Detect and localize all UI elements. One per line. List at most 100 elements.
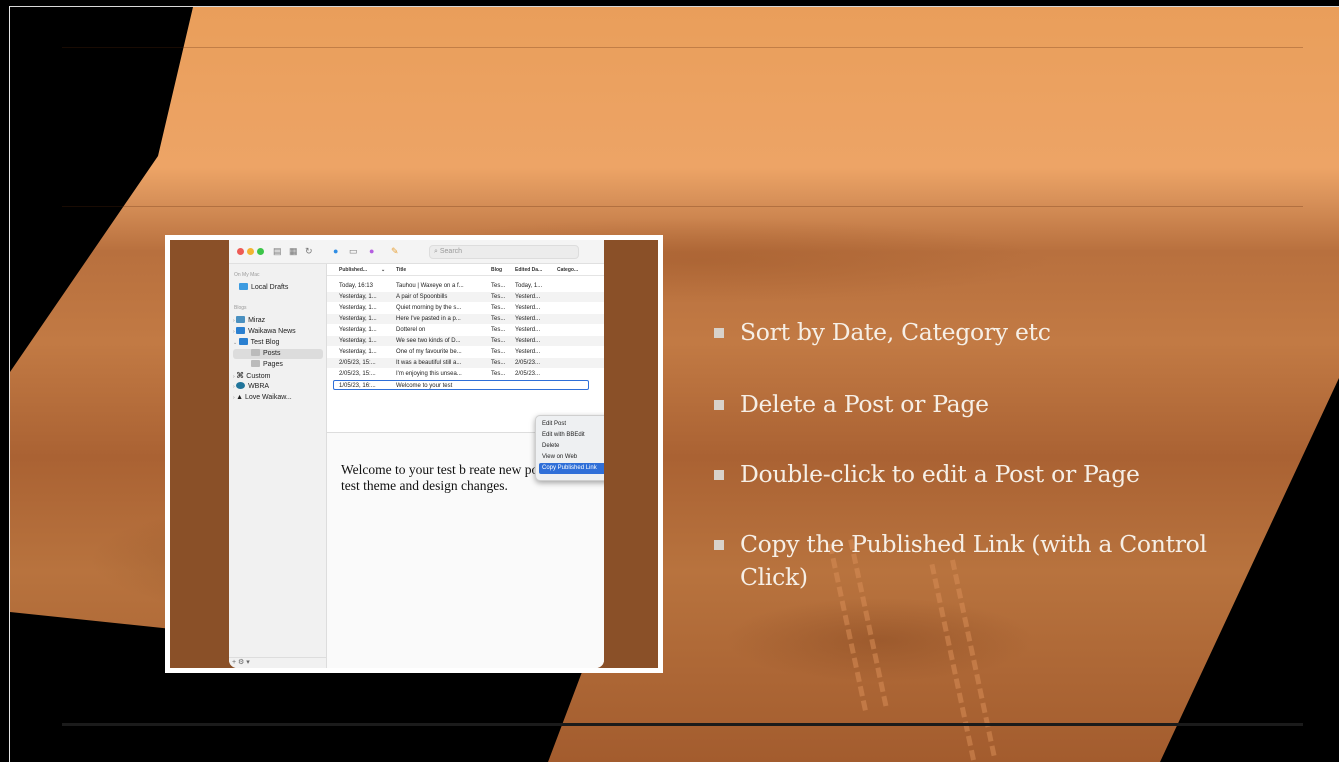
sidebar-item-label: WBRA [248,383,270,390]
sidebar-item-test-blog[interactable]: ⌄ Test Blog [233,338,279,348]
search-input[interactable]: ⌕ Search [429,245,579,259]
cell-edited: 2/05/23... [515,371,541,377]
menu-item-edit-with-bbedit[interactable]: Edit with BBEdit [539,430,604,441]
command-icon: ⌘ [236,371,247,380]
column-edited-date[interactable]: Edited Da... [515,267,542,273]
sidebar-item-wbra[interactable]: › WBRA [233,382,269,392]
cell-title: Welcome to your test [396,383,453,389]
table-row[interactable]: Yesterday, 1... A pair of Spoonbills Tes..… [327,292,604,302]
sidebar: On My Mac Local Drafts Blogs › Miraz › W… [229,264,327,668]
cell-edited: Yesterd... [515,327,541,333]
sidebar-item-local-drafts[interactable]: Local Drafts [239,283,288,293]
trash-icon[interactable]: ▤ [273,245,282,257]
list-header: Published... ⌄ Title Blog Edited Da... C… [327,264,604,276]
header-rule [62,47,1303,48]
table-row[interactable]: 2/05/23, 15:... It was a beautiful still … [327,358,604,368]
globe-icon[interactable]: ● [333,245,338,257]
bullet-marker [714,540,724,550]
cell-published: 2/05/23, 15:... [339,371,376,377]
cell-title: We see two kinds of D... [396,338,461,344]
sidebar-item-waikawa-news[interactable]: › Waikawa News [233,327,296,337]
cell-edited: Yesterd... [515,305,541,311]
document-icon [251,360,260,367]
cell-published: Yesterday, 1... [339,338,377,344]
cell-blog: Tes... [491,327,506,333]
menu-item-copy-published-link[interactable]: Copy Published Link [539,463,604,474]
close-window-button[interactable] [237,248,244,255]
table-row[interactable]: 2/05/23, 15:... I'm enjoying this unsea..… [327,369,604,379]
sidebar-item-label: Posts [263,350,281,357]
blog-icon [236,316,246,323]
sidebar-item-custom[interactable]: › ⌘ Custom [233,371,270,381]
section-on-my-mac: On My Mac [234,272,260,278]
sidebar-item-label: Test Blog [250,339,280,346]
table-row[interactable]: Yesterday, 1... One of my favourite be...… [327,347,604,357]
cell-blog: Tes... [491,371,506,377]
bullet-marker [714,400,724,410]
search-placeholder: Search [439,248,463,255]
folder-icon [239,283,248,290]
sidebar-toggle-icon[interactable]: ▭ [349,245,358,257]
cell-title: It was a beautiful still a... [396,360,462,366]
blog-icon [238,338,248,345]
column-blog[interactable]: Blog [491,267,502,273]
menu-item-delete[interactable]: Delete [539,441,604,452]
column-title[interactable]: Title [396,267,406,273]
new-post-icon[interactable]: ✎ [391,245,399,257]
app-screenshot-frame: ▤ ▦ ↻ ● ▭ ● ✎ ⌕ Search On My Mac Local D… [165,235,663,673]
wordpress-icon [236,382,246,389]
cell-published: Yesterday, 1... [339,349,377,355]
table-row[interactable]: Yesterday, 1... We see two kinds of D... T… [327,336,604,346]
table-row[interactable]: Today, 16:13 Tauhou | Waxeye on a f... Tes… [327,281,604,291]
cell-edited: Yesterd... [515,294,541,300]
sidebar-item-label: Local Drafts [251,284,289,291]
sidebar-item-miraz[interactable]: › Miraz [233,316,265,326]
refresh-icon[interactable]: ↻ [305,245,313,257]
section-blogs: Blogs [234,305,247,311]
bird-icon: ▲ [236,394,245,401]
document-icon [251,349,260,356]
blog-icon [236,327,246,334]
table-row-selected[interactable]: 1/05/23, 16:... Welcome to your test [333,380,589,390]
cell-blog: Tes... [491,338,506,344]
color-wheel-icon[interactable]: ● [369,245,374,257]
cell-published: Yesterday, 1... [339,305,377,311]
minimize-window-button[interactable] [247,248,254,255]
table-row[interactable]: Yesterday, 1... Quiet morning by the s...… [327,303,604,313]
cell-edited: Today, 1... [515,283,543,289]
cell-blog: Tes... [491,316,506,322]
table-row[interactable]: Yesterday, 1... Dotterel on Tes... Yesterd.… [327,325,604,335]
column-category[interactable]: Catego... [557,267,578,273]
cell-title: Quiet morning by the s... [396,305,462,311]
menu-item-view-on-web[interactable]: View on Web [539,452,604,463]
cell-blog: Tes... [491,294,506,300]
app-window: ▤ ▦ ↻ ● ▭ ● ✎ ⌕ Search On My Mac Local D… [229,240,604,668]
cell-published: Yesterday, 1... [339,294,377,300]
bullet-text: Delete a Post or Page [740,390,989,418]
cell-title: Dotterel on [396,327,426,333]
column-published[interactable]: Published... [339,267,367,273]
zoom-window-button[interactable] [257,248,264,255]
cell-published: Today, 16:13 [339,283,373,289]
footer-rule [62,723,1303,726]
left-border [9,6,10,762]
cell-blog: Tes... [491,349,506,355]
document-icon[interactable]: ▦ [289,245,298,257]
cell-published: Yesterday, 1... [339,316,377,322]
cell-title: A pair of Spoonbills [396,294,448,300]
bullet-text: Copy the Published Link (with a Control … [740,530,1207,591]
sidebar-bottom-controls[interactable]: + ⚙ ▾ [229,657,327,668]
sidebar-item-pages[interactable]: Pages [233,360,283,370]
cell-edited: 2/05/23... [515,360,541,366]
post-rows: Today, 16:13 Tauhou | Waxeye on a f... Tes… [327,281,604,391]
sidebar-item-love-waikawa[interactable]: › ▲ Love Waikaw... [233,393,292,403]
chevron-down-icon: ⌄ [233,340,239,346]
sidebar-item-label: Love Waikaw... [244,394,292,401]
bullet-marker [714,328,724,338]
cell-blog: Tes... [491,305,506,311]
sidebar-item-posts[interactable]: Posts [233,349,323,359]
top-border [10,6,1339,7]
cell-edited: Yesterd... [515,316,541,322]
menu-item-edit-post[interactable]: Edit Post [539,419,604,430]
table-row[interactable]: Yesterday, 1... Here I've pasted in a p..… [327,314,604,324]
